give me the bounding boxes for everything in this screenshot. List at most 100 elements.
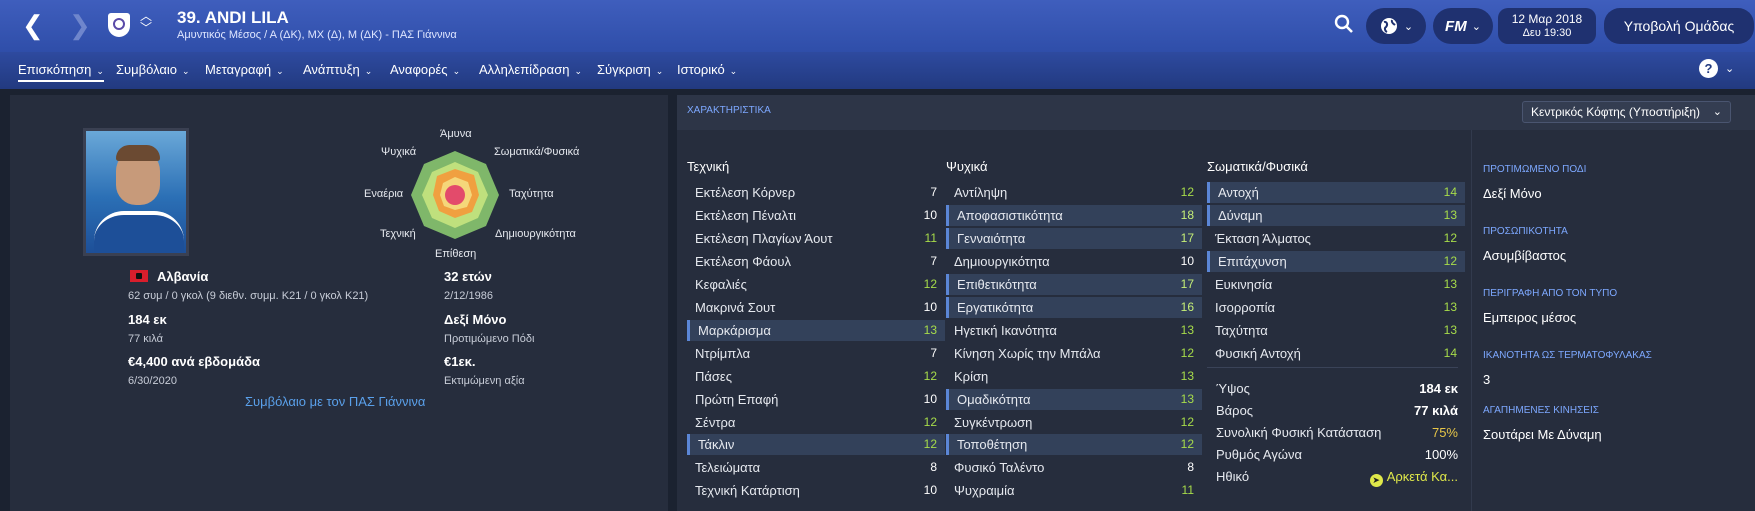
side-value-goalkeeping-ability: 3 [1483, 372, 1491, 387]
contract-expiry: 6/30/2020 [128, 375, 177, 387]
tab-label: Συμβόλαιο [116, 62, 178, 77]
side-label-personality: ΠΡΟΣΩΠΙΚΟΤΗΤΑ [1483, 226, 1568, 237]
mental-heading: Ψυχικά [946, 159, 988, 174]
attribute-row[interactable]: Αποφασιστικότητα 18 [946, 204, 1202, 226]
tab-interaction[interactable]: Αλληλεπίδραση ⌄ [479, 62, 582, 77]
tab-transfer[interactable]: Μεταγραφή ⌄ [205, 62, 284, 77]
attribute-value: 18 [1180, 207, 1194, 222]
attribute-row[interactable]: Κεφαλιές 12 [687, 274, 945, 295]
attribute-name: Δύναμη [1218, 207, 1263, 223]
tab-development[interactable]: Ανάπτυξη ⌄ [303, 62, 372, 77]
meta-value: 77 κιλά [1414, 403, 1458, 418]
current-date: 12 Μαρ 2018 [1511, 12, 1583, 26]
attribute-row[interactable]: Αντίληψη 12 [946, 182, 1202, 203]
globe-menu-button[interactable]: ⌄ [1366, 8, 1426, 44]
attribute-row[interactable]: Μακρινά Σουτ 10 [687, 297, 945, 318]
help-icon: ? [1699, 59, 1718, 78]
tab-contract[interactable]: Συμβόλαιο ⌄ [116, 62, 190, 77]
attribute-value: 11 [924, 230, 937, 245]
attribute-row[interactable]: Ψυχραιμία 11 [946, 480, 1202, 501]
attribute-row[interactable]: Τελειώματα 8 [687, 457, 945, 478]
attribute-value: 13 [1443, 276, 1457, 291]
tab-reports[interactable]: Αναφορές ⌄ [390, 62, 460, 77]
morale-value: Αρκετά Κα... [1386, 469, 1458, 484]
attribute-row[interactable]: Συγκέντρωση 12 [946, 412, 1202, 433]
attribute-row[interactable]: Τάκλιν 12 [687, 434, 945, 456]
attribute-row[interactable]: Εκτέλεση Κόρνερ 7 [687, 182, 945, 203]
fm-menu-button[interactable]: FM ⌄ [1433, 8, 1493, 44]
attribute-value: 13 [1180, 368, 1194, 383]
attribute-value: 11 [1181, 483, 1194, 498]
attribute-value: 13 [923, 322, 937, 337]
attribute-row[interactable]: Έκταση Άλματος 12 [1207, 228, 1465, 249]
attribute-row[interactable]: Εκτέλεση Πέναλτι 10 [687, 205, 945, 226]
attribute-row[interactable]: Τοποθέτηση 12 [946, 434, 1202, 456]
attribute-row[interactable]: Δύναμη 13 [1207, 204, 1465, 226]
attribute-row[interactable]: Ντρίμπλα 7 [687, 343, 945, 364]
attribute-row[interactable]: Ευκινησία 13 [1207, 274, 1465, 295]
attribute-name: Κρίση [954, 368, 989, 384]
chevron-down-icon: ⌄ [452, 66, 461, 76]
attribute-name: Αποφασιστικότητα [957, 207, 1063, 223]
attribute-name: Ισορροπία [1215, 299, 1276, 315]
player-cycle-icon[interactable]: ︿ ﹀ [140, 10, 152, 34]
meta-divider [1207, 367, 1458, 368]
nationality: Αλβανία [157, 269, 209, 284]
attribute-row[interactable]: Ομαδικότητα 13 [946, 388, 1202, 410]
submit-team-button[interactable]: Υποβολή Ομάδας [1604, 8, 1754, 44]
attribute-name: Αντίληψη [954, 185, 1008, 200]
attribute-row[interactable]: Δημιουργικότητα 10 [946, 251, 1202, 272]
attribute-row[interactable]: Ισορροπία 13 [1207, 297, 1465, 318]
attribute-row[interactable]: Επιτάχυνση 12 [1207, 250, 1465, 272]
meta-value: 100% [1424, 447, 1458, 462]
attribute-row[interactable]: Επιθετικότητα 17 [946, 273, 1202, 295]
radar-label-mental: Ψυχικά [381, 146, 417, 158]
meta-label: Ρυθμός Αγώνα [1216, 447, 1302, 462]
attribute-row[interactable]: Ηγετική Ικανότητα 13 [946, 320, 1202, 341]
preferred-foot-label: Προτιμώμενο Πόδι [444, 333, 535, 345]
attribute-name: Εκτέλεση Κόρνερ [695, 185, 796, 200]
side-label-media-description: ΠΕΡΙΓΡΑΦΗ ΑΠΟ ΤΟΝ ΤΥΠΟ [1483, 288, 1618, 299]
tab-history[interactable]: Ιστορικό ⌄ [677, 62, 737, 77]
attribute-row[interactable]: Τεχνική Κατάρτιση 10 [687, 480, 945, 501]
attribute-row[interactable]: Κρίση 13 [946, 366, 1202, 387]
player-photo [83, 128, 189, 256]
help-button[interactable]: ? ⌄ [1699, 59, 1734, 78]
albania-flag-icon [130, 270, 148, 282]
club-crest-icon [108, 13, 130, 37]
attribute-row[interactable]: Κίνηση Χωρίς την Μπάλα 12 [946, 343, 1202, 364]
attribute-row[interactable]: Εκτέλεση Φάουλ 7 [687, 251, 945, 272]
attribute-row[interactable]: Εκτέλεση Πλαγίων Άουτ 11 [687, 228, 945, 249]
attribute-value: 12 [1443, 230, 1457, 245]
side-label-preferred-foot: ΠΡΟΤΙΜΩΜΕΝΟ ΠΟΔΙ [1483, 164, 1587, 175]
attribute-row[interactable]: Φυσικό Ταλέντο 8 [946, 457, 1202, 478]
radar-label-technique: Τεχνική [380, 228, 416, 240]
meta-label: Ηθικό [1216, 469, 1250, 484]
attribute-row[interactable]: Αντοχή 14 [1207, 182, 1465, 203]
role-select[interactable]: Κεντρικός Κόφτης (Υποστήριξη) ⌄ [1522, 101, 1731, 123]
attribute-row[interactable]: Πάσες 12 [687, 366, 945, 387]
tab-comparison[interactable]: Σύγκριση ⌄ [597, 62, 663, 77]
date-display[interactable]: 12 Μαρ 2018 Δευ 19:30 [1498, 8, 1596, 44]
attribute-name: Ταχύτητα [1215, 322, 1268, 338]
attribute-row[interactable]: Ταχύτητα 13 [1207, 320, 1465, 341]
attribute-row[interactable]: Πρώτη Επαφή 10 [687, 389, 945, 410]
attribute-row[interactable]: Γενναιότητα 17 [946, 227, 1202, 249]
back-arrow-icon[interactable]: ❮ [22, 12, 44, 38]
tab-overview[interactable]: Επισκόπηση ⌄ [18, 62, 104, 82]
attribute-row[interactable]: Σέντρα 12 [687, 412, 945, 433]
attribute-row[interactable]: Εργατικότητα 16 [946, 296, 1202, 318]
tab-label: Σύγκριση [597, 62, 651, 77]
globe-icon [1380, 18, 1397, 34]
attribute-name: Δημιουργικότητα [954, 253, 1050, 269]
player-subtitle: Αμυντικός Μέσος / Α (ΔΚ), ΜΧ (Δ), Μ (ΔΚ)… [177, 29, 457, 41]
search-icon[interactable] [1334, 14, 1353, 33]
forward-arrow-icon[interactable]: ❯ [69, 12, 91, 38]
contract-link[interactable]: Συμβόλαιο με τον ΠΑΣ Γιάννινα [245, 394, 425, 409]
attribute-row[interactable]: Μαρκάρισμα 13 [687, 319, 945, 341]
meta-row-morale[interactable]: Ηθικό ➤ Αρκετά Κα... [1214, 467, 1458, 487]
player-height: 184 εκ [128, 312, 167, 327]
attribute-name: Μαρκάρισμα [698, 322, 771, 338]
attribute-row[interactable]: Φυσική Αντοχή 14 [1207, 343, 1465, 364]
attribute-name: Φυσική Αντοχή [1215, 345, 1301, 361]
